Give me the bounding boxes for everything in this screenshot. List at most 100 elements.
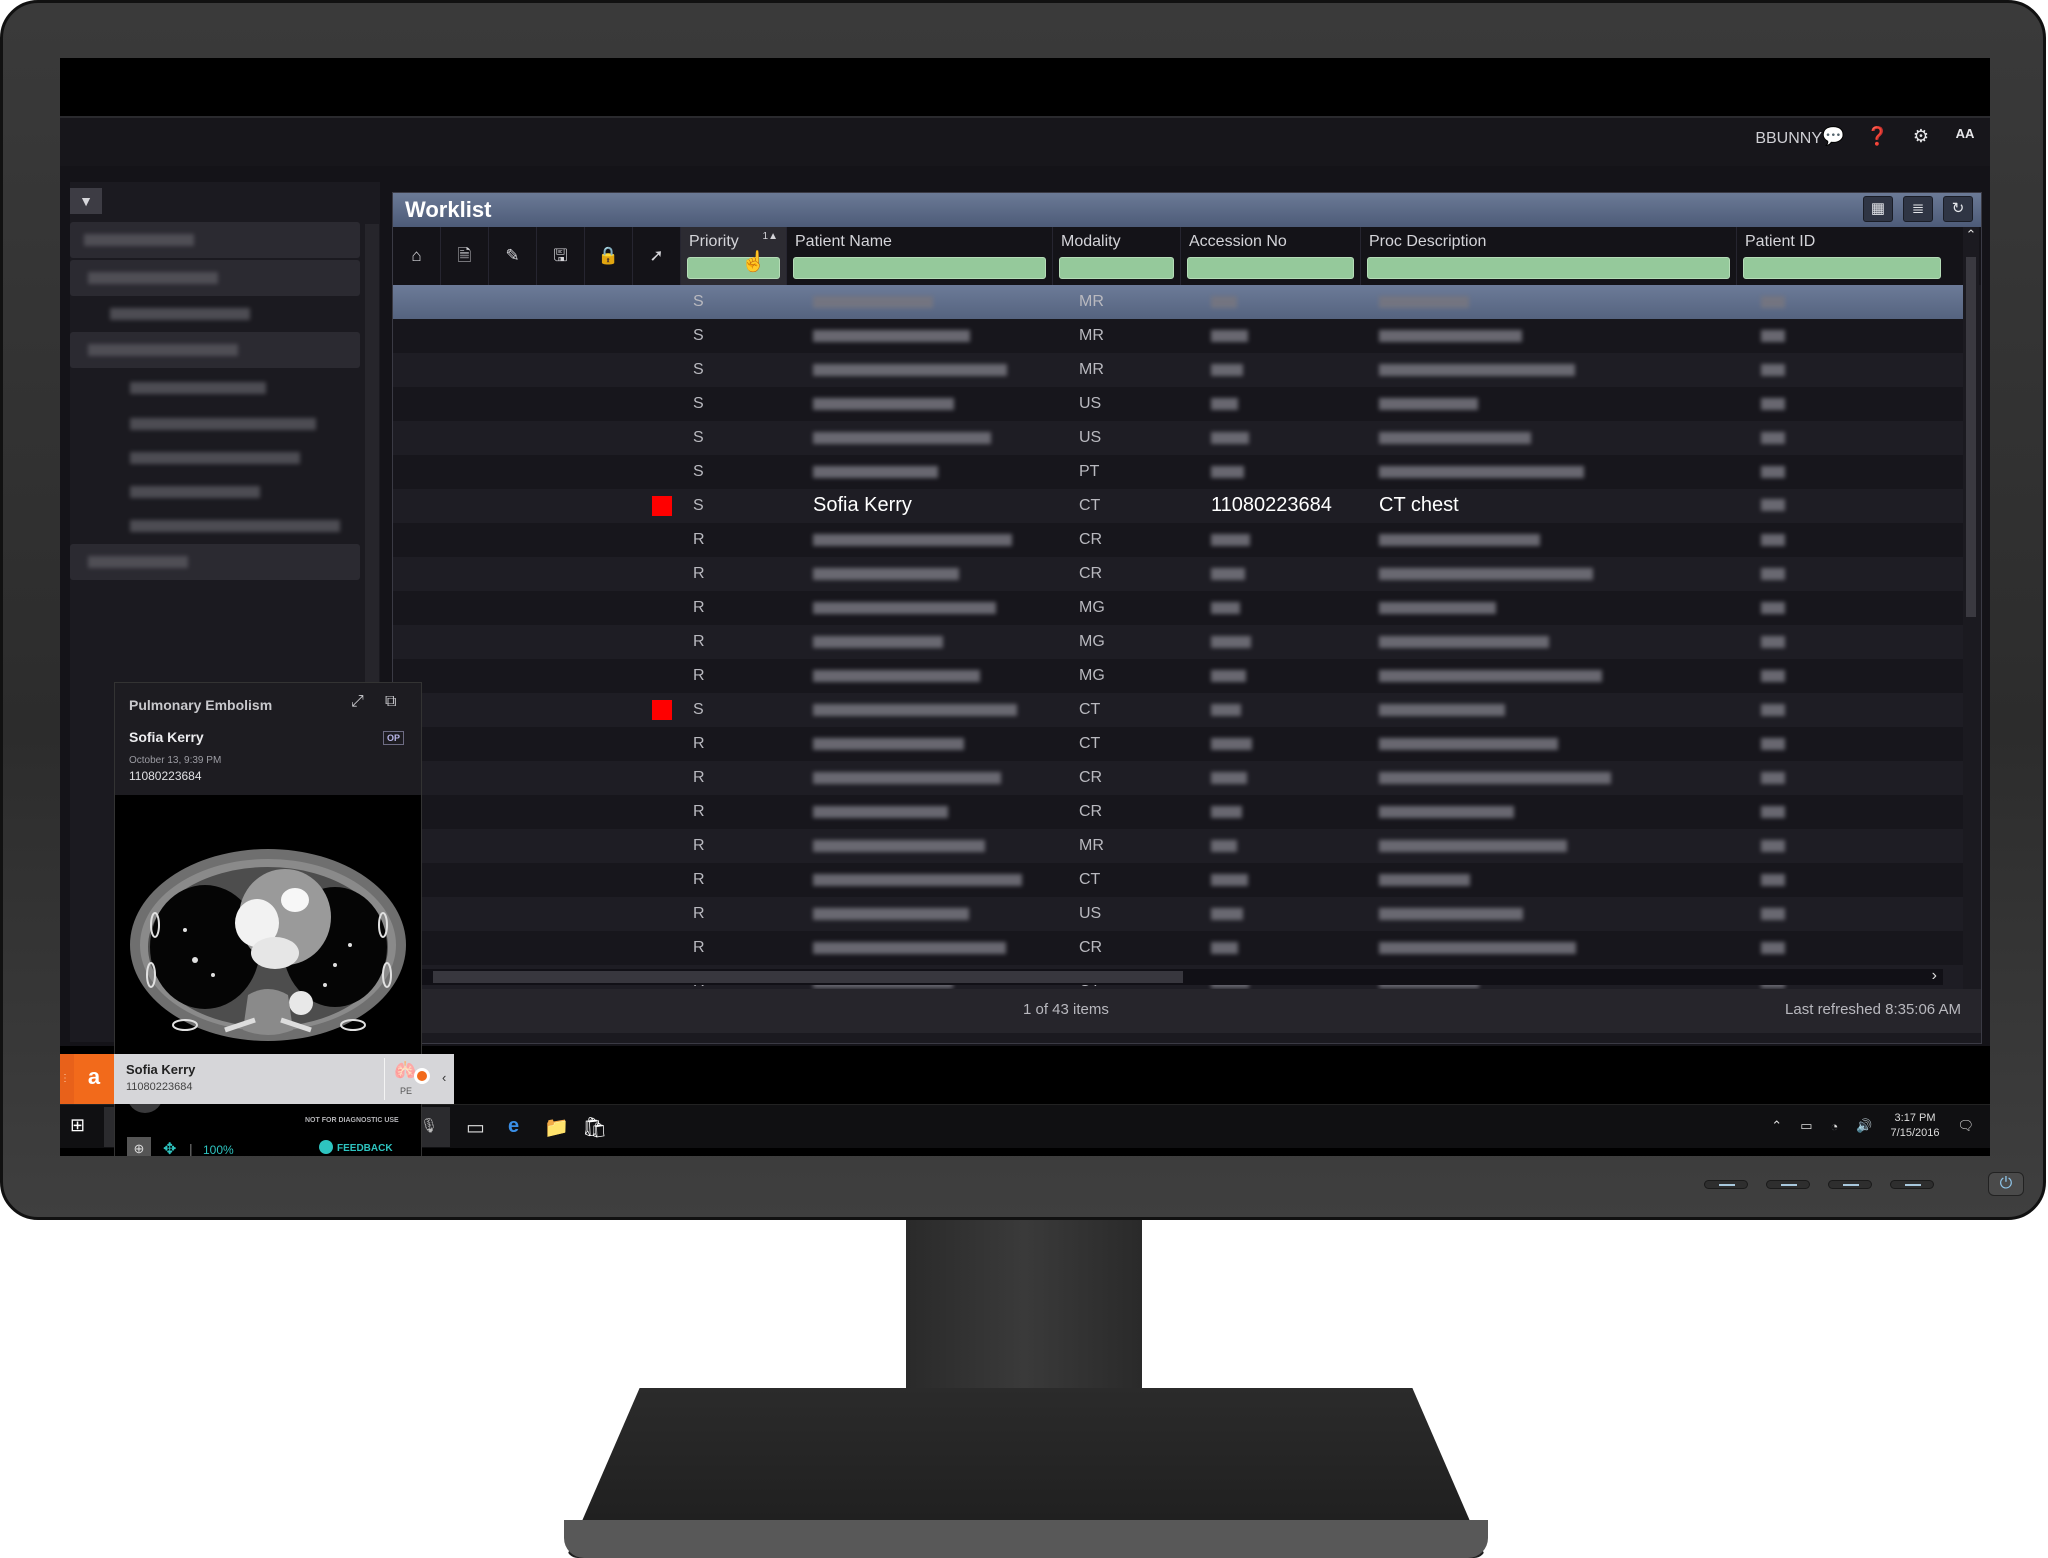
table-row[interactable]: R CT	[393, 863, 1963, 897]
table-row[interactable]: R MR	[393, 829, 1963, 863]
column-header-patient-id[interactable]: Patient ID	[1737, 227, 1947, 285]
table-row[interactable]: R CR	[393, 931, 1963, 965]
tree-item[interactable]	[70, 260, 360, 296]
column-header-patient-name[interactable]: Patient Name	[787, 227, 1053, 285]
patient-name-cell	[813, 565, 959, 585]
redacted-text	[1761, 568, 1785, 580]
clock[interactable]: 3:17 PM 7/15/2016	[1891, 1111, 1940, 1141]
gear-icon[interactable]: ⚙	[1910, 126, 1932, 147]
modality-cell: CT	[1079, 497, 1101, 514]
table-row[interactable]: S MR	[393, 319, 1963, 353]
tree-item[interactable]	[70, 296, 360, 332]
horizontal-scrollbar[interactable]: ›	[413, 967, 1943, 985]
show-hidden-icons-icon[interactable]: ⌃	[1771, 1118, 1782, 1134]
table-row[interactable]: S PT	[393, 455, 1963, 489]
refresh-button[interactable]: ↻	[1943, 196, 1973, 222]
monitor-button[interactable]	[1766, 1180, 1810, 1189]
table-row[interactable]: S MR	[393, 285, 1963, 319]
edit-button[interactable]: ✎	[489, 227, 537, 285]
windows-start-icon[interactable]: ⊞	[70, 1115, 85, 1136]
store-icon[interactable]: 🛍	[582, 1115, 607, 1140]
home-button[interactable]: ⌂	[393, 227, 441, 285]
scrollbar-thumb[interactable]	[1966, 257, 1976, 617]
expand-icon[interactable]: ⤢	[351, 693, 364, 711]
wifi-icon[interactable]: ◔	[1831, 1119, 1839, 1134]
open-external-icon[interactable]: ⧉	[385, 693, 396, 711]
power-button[interactable]: ⏻	[1988, 1172, 2024, 1196]
table-row[interactable]: R CT	[393, 727, 1963, 761]
table-row[interactable]: R US	[393, 897, 1963, 931]
task-view-icon[interactable]: ▭	[466, 1115, 485, 1140]
redacted-text	[1379, 738, 1558, 750]
help-icon[interactable]: ❓	[1866, 126, 1888, 147]
scrollbar-thumb[interactable]	[433, 971, 1183, 983]
redacted-text	[1211, 738, 1252, 750]
volume-icon[interactable]: 🔊	[1856, 1118, 1872, 1134]
action-center-icon[interactable]: 🗨	[1957, 1118, 1974, 1134]
column-header-proc-description[interactable]: Proc Description	[1361, 227, 1737, 285]
study-date: October 13, 9:39 PM	[129, 755, 222, 766]
pan-icon[interactable]: ✥	[163, 1139, 176, 1156]
zoom-button[interactable]: ⊕	[127, 1137, 151, 1156]
tree-item[interactable]	[70, 370, 360, 406]
feedback-button[interactable]: FEEDBACK	[337, 1143, 393, 1154]
worklist-rows: S MR S MR S MR S US S US S PT S Sofia Kerry CT 11080223…	[393, 285, 1963, 999]
tree-item[interactable]	[70, 406, 360, 442]
table-row[interactable]: S Sofia Kerry CT 11080223684 CT chest	[393, 489, 1963, 523]
monitor-button[interactable]	[1890, 1180, 1934, 1189]
column-header-priority[interactable]: Priority 1▲ ☝	[681, 227, 787, 285]
proc-description-cell	[1379, 735, 1558, 755]
table-row[interactable]: R MG	[393, 659, 1963, 693]
modality-filter-input[interactable]	[1059, 257, 1174, 279]
tree-item[interactable]	[70, 440, 360, 476]
monitor-button[interactable]	[1704, 1180, 1748, 1189]
pin-button[interactable]: ➚	[633, 227, 681, 285]
chevron-left-icon[interactable]: ‹	[442, 1070, 446, 1085]
column-header-modality[interactable]: Modality	[1053, 227, 1181, 285]
microphone-icon[interactable]: 🎙	[420, 1117, 438, 1134]
tree-item[interactable]	[70, 332, 360, 368]
username[interactable]: BBUNNY	[1755, 130, 1822, 148]
table-row[interactable]: R CR	[393, 795, 1963, 829]
font-size-icon[interactable]: AA	[1954, 126, 1976, 147]
tree-item[interactable]	[70, 508, 360, 544]
vertical-scrollbar[interactable]: ⌃ ⌄	[1963, 227, 1979, 1017]
patient-name-cell	[813, 293, 933, 313]
table-row[interactable]: R MG	[393, 591, 1963, 625]
lock-button[interactable]: 🔒	[585, 227, 633, 285]
table-row[interactable]: S CT	[393, 693, 1963, 727]
tree-item[interactable]	[70, 222, 360, 258]
alert-notification-bar[interactable]: ⋮⋮ a Sofia Kerry 11080223684 🫁 PE ‹	[60, 1054, 454, 1104]
tree-item[interactable]	[70, 474, 360, 510]
table-row[interactable]: R MG	[393, 625, 1963, 659]
collapse-panel-button[interactable]: ▼	[70, 188, 102, 214]
table-row[interactable]: R CR	[393, 761, 1963, 795]
edge-browser-icon[interactable]: e	[508, 1115, 519, 1138]
column-header-accession[interactable]: Accession No	[1181, 227, 1361, 285]
chat-icon[interactable]: 💬	[1822, 126, 1844, 147]
monitor-button[interactable]	[1828, 1180, 1872, 1189]
drag-handle-icon[interactable]: ⋮⋮	[60, 1054, 80, 1104]
patient-id-filter-input[interactable]	[1743, 257, 1941, 279]
list-settings-button[interactable]: ≣	[1903, 196, 1933, 222]
table-row[interactable]: S US	[393, 387, 1963, 421]
tree-item[interactable]	[70, 544, 360, 580]
scroll-right-icon[interactable]: ›	[1932, 967, 1937, 985]
battery-icon[interactable]: ▭	[1800, 1118, 1812, 1134]
feedback-icon[interactable]	[319, 1140, 333, 1154]
table-row[interactable]: R CR	[393, 557, 1963, 591]
priority-filter-input[interactable]	[687, 257, 780, 279]
accession-filter-input[interactable]	[1187, 257, 1354, 279]
table-row[interactable]: S US	[393, 421, 1963, 455]
layout-grid-button[interactable]: ▦	[1863, 196, 1893, 222]
file-explorer-icon[interactable]: 📁	[544, 1115, 569, 1140]
document-button[interactable]: 🗎	[441, 227, 489, 285]
patient-name-filter-input[interactable]	[793, 257, 1046, 279]
save-button[interactable]: 🖫	[537, 227, 585, 285]
left-panel-scrollbar[interactable]	[365, 224, 379, 744]
proc-description-filter-input[interactable]	[1367, 257, 1730, 279]
sort-ascending-icon[interactable]: 1▲	[763, 231, 778, 242]
table-row[interactable]: S MR	[393, 353, 1963, 387]
table-row[interactable]: R CR	[393, 523, 1963, 557]
scroll-up-icon[interactable]: ⌃	[1963, 227, 1979, 243]
